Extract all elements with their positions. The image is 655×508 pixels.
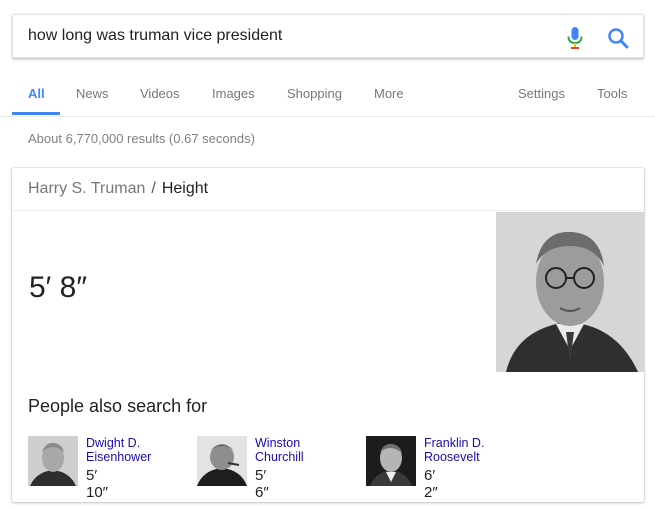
portrait-image [496, 212, 644, 372]
result-stats: About 6,770,000 results (0.67 seconds) [28, 131, 255, 146]
search-box[interactable]: how long was truman vice president [12, 14, 644, 58]
answer-value: 5′ 8″ [29, 271, 87, 304]
person-name[interactable]: Dwight D. Eisenhower [86, 436, 176, 464]
people-also-search-heading: People also search for [28, 396, 208, 416]
answer-card: Harry S. Truman / Height 5′ 8″ People also… [12, 168, 644, 502]
entity-portrait[interactable] [496, 212, 644, 372]
breadcrumb-entity-link[interactable]: Harry S. Truman [28, 180, 145, 197]
microphone-icon[interactable] [566, 26, 584, 50]
tab-shopping[interactable]: Shopping [287, 86, 342, 101]
tab-settings[interactable]: Settings [518, 86, 565, 101]
tab-news[interactable]: News [76, 86, 109, 101]
search-icon[interactable] [607, 27, 629, 49]
person-height: 5′ 10″ [86, 467, 108, 501]
breadcrumb: Harry S. Truman / Height [28, 180, 208, 198]
person-name-line2: Churchill [255, 450, 304, 464]
eisenhower-photo [28, 436, 78, 486]
person-thumbnail [197, 436, 247, 486]
person-height: 6′ 2″ [424, 467, 438, 501]
search-tabs: All News Videos Images Shopping More Set… [0, 58, 655, 117]
person-thumbnail [366, 436, 416, 486]
tab-tools[interactable]: Tools [597, 86, 627, 101]
tab-videos[interactable]: Videos [140, 86, 180, 101]
person-name-line2: Roosevelt [424, 450, 480, 464]
person-height: 5′ 6″ [255, 467, 269, 501]
person-name[interactable]: Franklin D. Roosevelt [424, 436, 514, 464]
card-header: Harry S. Truman / Height [12, 168, 644, 211]
person-name-line1: Dwight D. [86, 436, 141, 450]
person-thumbnail [28, 436, 78, 486]
tab-all[interactable]: All [28, 86, 45, 101]
person-name-line1: Winston [255, 436, 301, 450]
breadcrumb-attribute: Height [161, 180, 209, 197]
person-name-line2: Eisenhower [86, 450, 152, 464]
active-tab-indicator [12, 112, 60, 115]
person-name[interactable]: Winston Churchill [255, 436, 345, 464]
person-name-line1: Franklin D. [424, 436, 485, 450]
churchill-photo [197, 436, 247, 486]
tab-more[interactable]: More [374, 86, 404, 101]
search-input[interactable]: how long was truman vice president [28, 27, 282, 45]
roosevelt-photo [366, 436, 416, 486]
breadcrumb-separator: / [151, 180, 156, 197]
tab-images[interactable]: Images [212, 86, 255, 101]
